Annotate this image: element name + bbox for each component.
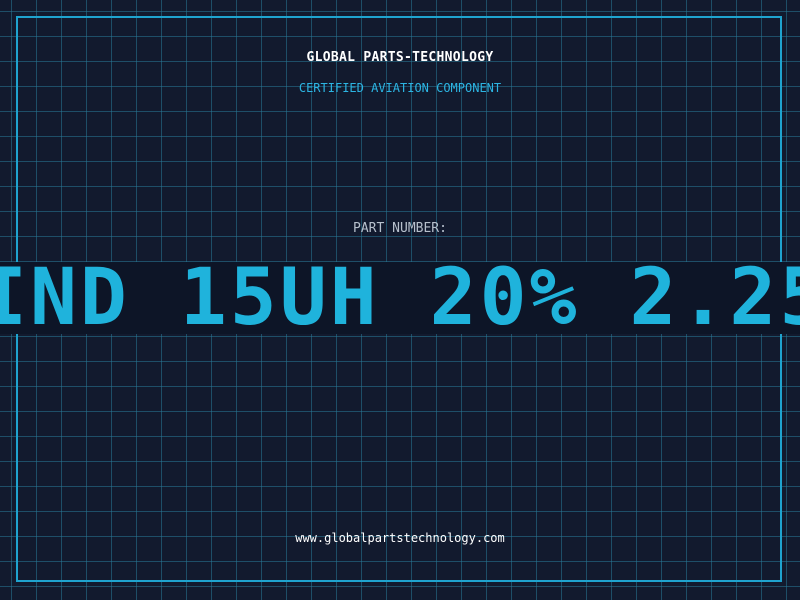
part-number-label: PART NUMBER: <box>353 221 447 236</box>
website-url: www.globalpartstechnology.com <box>295 531 505 545</box>
certificate-page: GLOBAL PARTS-TECHNOLOGY CERTIFIED AVIATI… <box>0 0 800 600</box>
part-number-band: IND 15UH 20% 2.25A <box>0 262 800 334</box>
part-number-value: IND 15UH 20% 2.25A <box>0 262 800 334</box>
company-title: GLOBAL PARTS-TECHNOLOGY <box>306 50 494 65</box>
certification-subtitle: CERTIFIED AVIATION COMPONENT <box>298 81 502 95</box>
